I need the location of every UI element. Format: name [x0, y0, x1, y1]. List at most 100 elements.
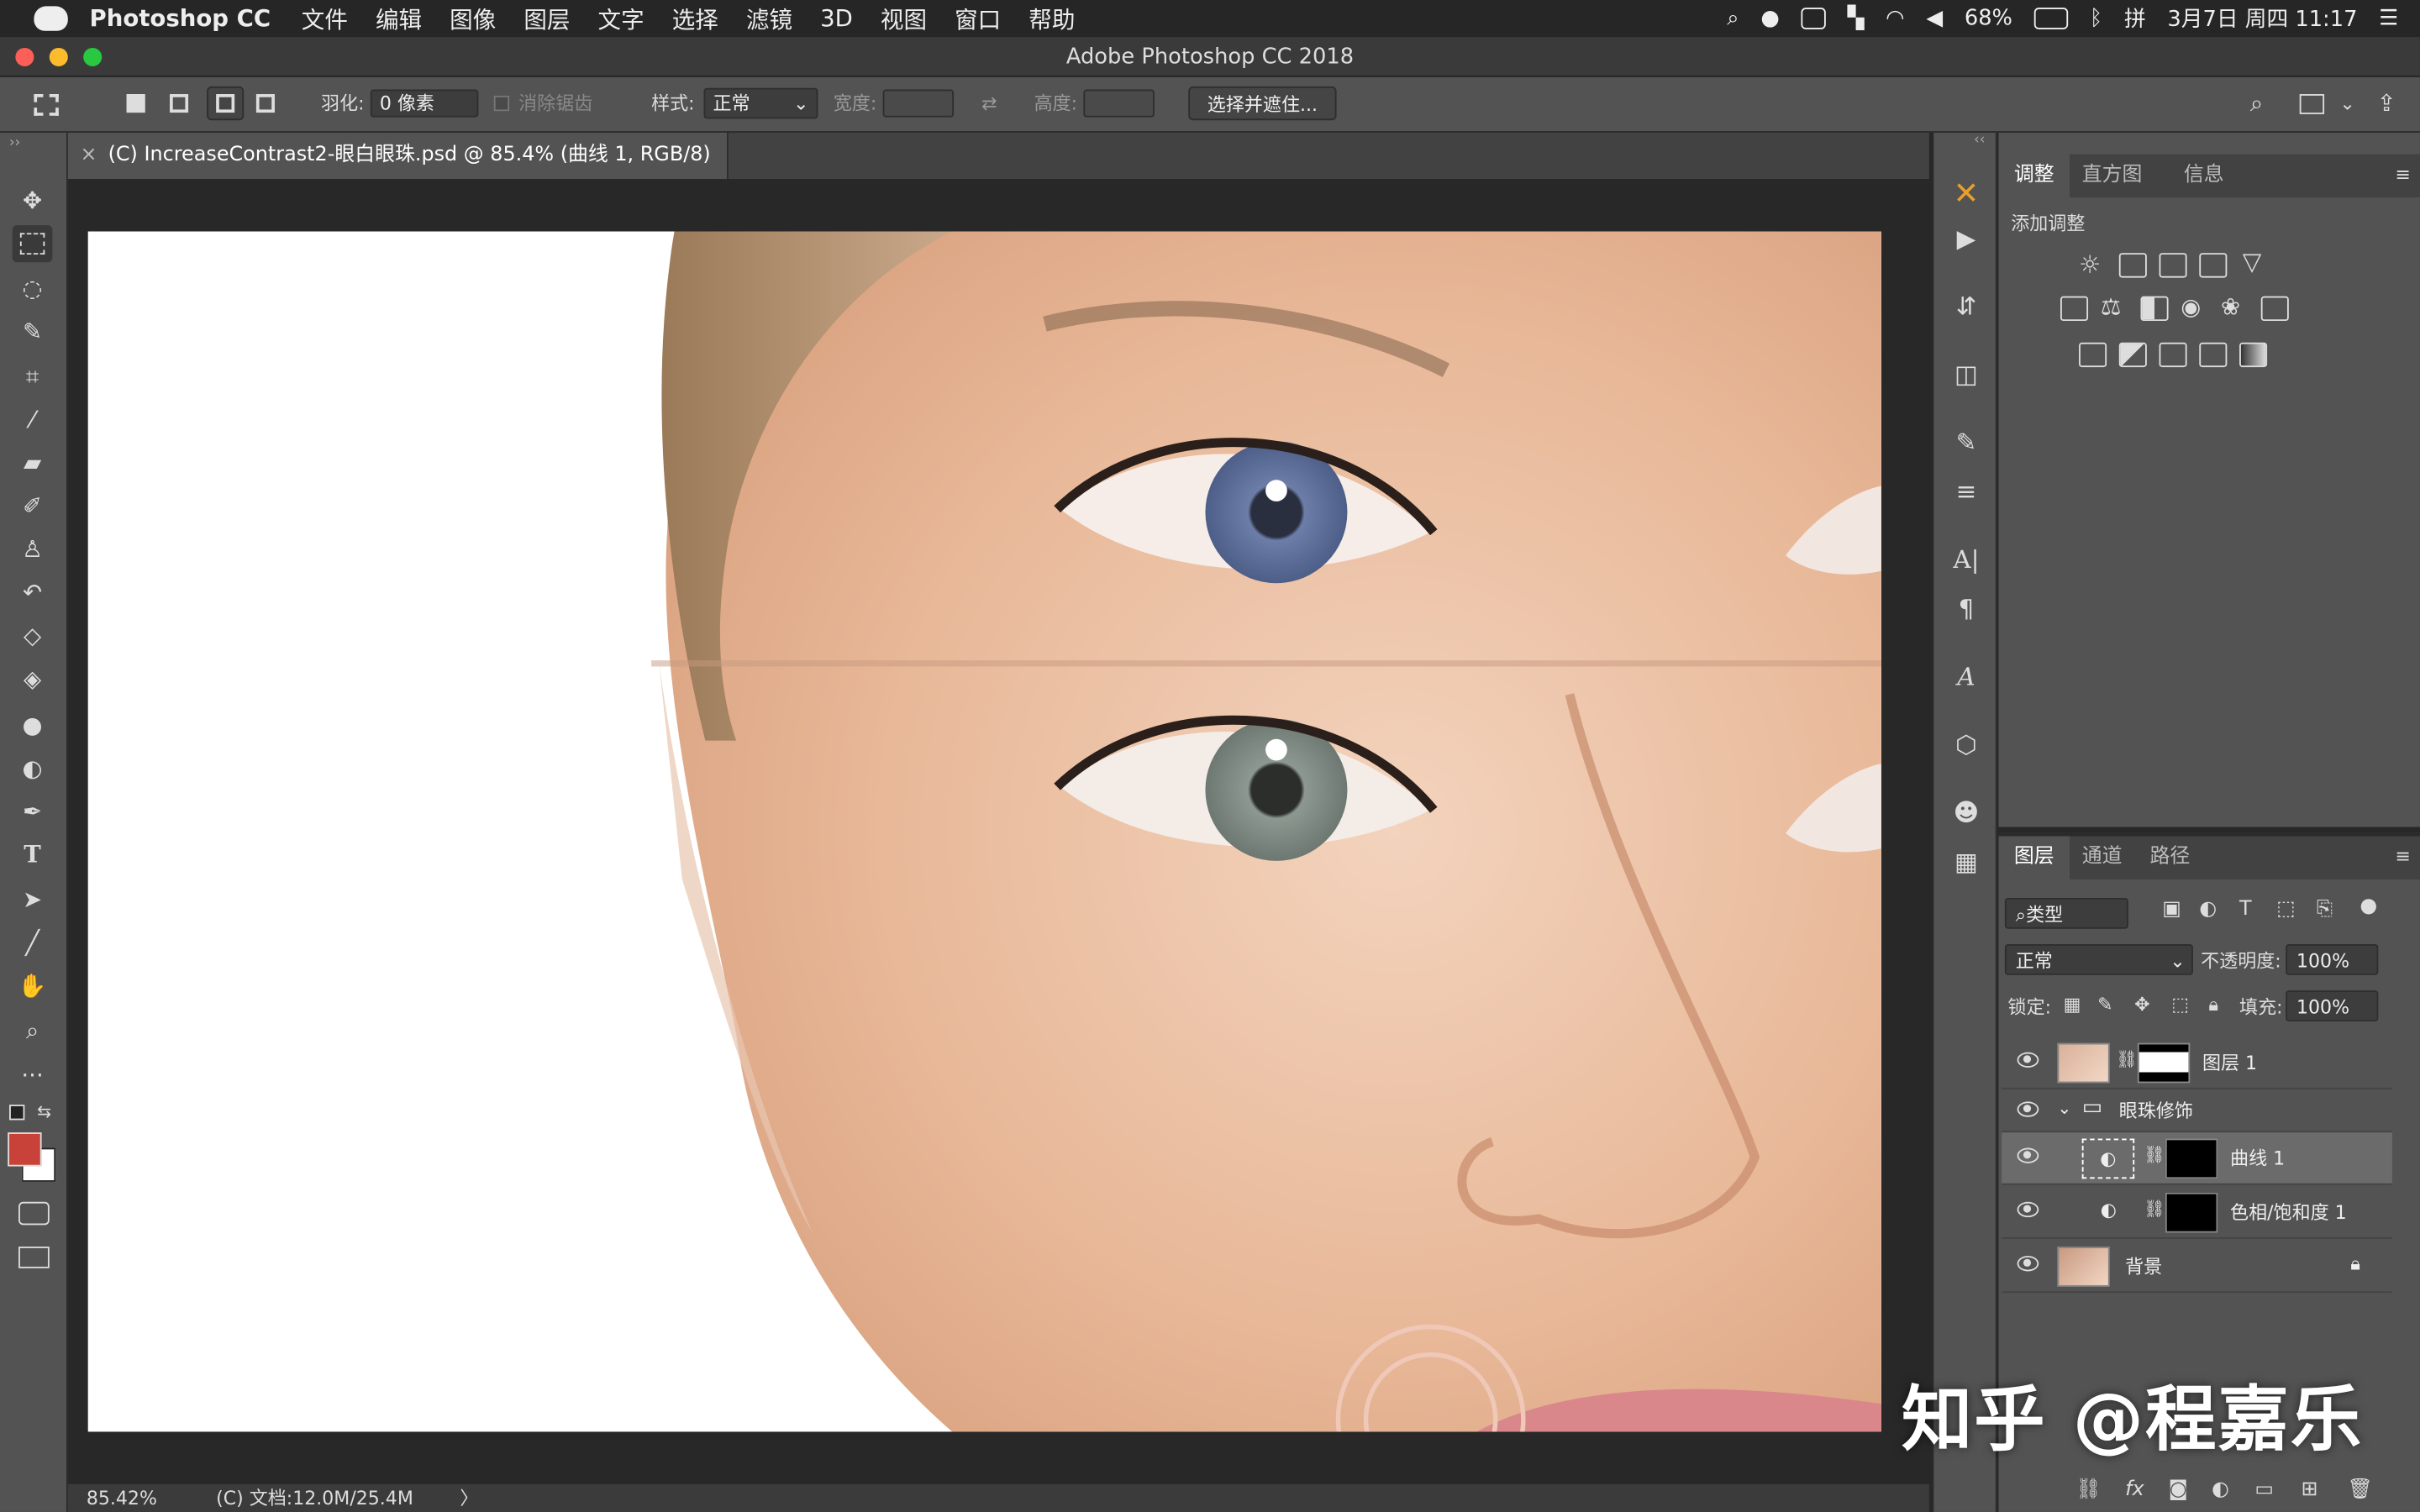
opacity-input[interactable]: 100% — [2286, 944, 2379, 975]
hue-saturation-icon[interactable] — [2060, 296, 2089, 322]
link-layers-icon[interactable]: ⛓ — [2075, 1478, 2101, 1502]
more-tools-icon[interactable]: ··· — [13, 1057, 53, 1094]
hand-tool-icon[interactable]: ✋ — [13, 968, 53, 1005]
layer-mask-thumbnail[interactable] — [2165, 1192, 2218, 1233]
fill-input[interactable]: 100% — [2286, 990, 2379, 1021]
width-input[interactable] — [882, 89, 955, 118]
dodge-tool-icon[interactable]: ◐ — [13, 750, 53, 787]
new-adjustment-icon[interactable]: ◐ — [2212, 1478, 2229, 1502]
eraser-tool-icon[interactable]: ◇ — [13, 617, 53, 654]
menu-layer[interactable]: 图层 — [523, 3, 570, 35]
close-window-button[interactable] — [15, 47, 34, 66]
black-white-icon[interactable] — [2140, 296, 2169, 322]
group-row[interactable]: ⌄ ▭ 眼珠修饰 — [2002, 1089, 2392, 1133]
brush-presets-icon[interactable]: ≡ — [1948, 475, 1985, 509]
apple-icon[interactable] — [34, 6, 68, 31]
battery-icon[interactable] — [2033, 8, 2069, 29]
menu-file[interactable]: 文件 — [302, 3, 348, 35]
close-tab-icon[interactable]: × — [81, 133, 97, 179]
color-lookup-icon[interactable] — [2260, 296, 2289, 322]
zoom-window-button[interactable] — [83, 47, 103, 66]
paint-bucket-tool-icon[interactable]: ◈ — [13, 660, 53, 697]
lock-position-icon[interactable]: ✥ — [2134, 994, 2149, 1016]
layer-mask-thumbnail[interactable] — [2137, 1042, 2191, 1084]
channel-mixer-icon[interactable]: ❀ — [2221, 293, 2240, 321]
quick-mask-icon[interactable] — [18, 1201, 50, 1226]
blur-tool-icon[interactable]: ● — [13, 706, 53, 743]
antialias-checkbox[interactable] — [493, 95, 510, 112]
window-layout-icon[interactable]: ▚ — [1848, 6, 1865, 30]
visibility-eye-icon[interactable] — [2017, 1256, 2039, 1272]
input-method-icon[interactable]: 拼 — [2124, 3, 2146, 34]
grid-icon[interactable]: ▦ — [1948, 846, 1985, 879]
delete-layer-icon[interactable]: 🗑︎ — [2348, 1478, 2373, 1502]
paragraph-icon[interactable]: ¶ — [1948, 592, 1985, 626]
layer-mask-thumbnail[interactable] — [2165, 1138, 2218, 1179]
filter-pixel-icon[interactable]: ▣ — [2162, 898, 2181, 921]
visibility-eye-icon[interactable] — [2017, 1101, 2039, 1117]
marquee-preset-picker[interactable] — [34, 87, 95, 120]
layer-filter-select[interactable]: ⌕类型 — [2004, 897, 2128, 929]
lock-icon[interactable]: 🔒︎ — [2350, 1252, 2360, 1276]
threshold-icon[interactable] — [2159, 342, 2187, 368]
libraries-icon[interactable]: ◫ — [1948, 358, 1985, 391]
visibility-eye-icon[interactable] — [2017, 1147, 2039, 1163]
new-group-icon[interactable]: ▭ — [2254, 1478, 2274, 1502]
pen-tool-icon[interactable]: ✒ — [13, 793, 53, 830]
notification-center-icon[interactable]: ☰ — [2379, 6, 2398, 30]
marquee-tool-icon[interactable] — [12, 225, 53, 263]
tools-cross-icon[interactable]: ✕ — [1948, 176, 1985, 209]
share-icon[interactable]: ⇪ — [2377, 87, 2396, 120]
lock-image-icon[interactable]: ✎ — [2097, 994, 2112, 1016]
visibility-eye-icon[interactable] — [2017, 1052, 2039, 1068]
select-and-mask-button[interactable]: 选择并遮住... — [1188, 86, 1337, 121]
document-tab[interactable]: × (C) IncreaseContrast2-眼白眼珠.psd @ 85.4%… — [67, 132, 729, 213]
menu-help[interactable]: 帮助 — [1028, 3, 1075, 35]
history-icon[interactable]: ⇵ — [1948, 290, 1985, 323]
selective-color-icon[interactable] — [2199, 342, 2228, 368]
vibrance-icon[interactable]: ▽ — [2243, 247, 2262, 276]
style-select[interactable]: 正常 ⌄ — [703, 87, 818, 119]
collapse-icon[interactable]: ›› — [9, 136, 20, 151]
posterize-icon[interactable] — [2118, 342, 2147, 368]
visibility-eye-icon[interactable] — [2017, 1201, 2039, 1218]
workspace-icon[interactable] — [2299, 94, 2325, 114]
gradient-map-icon[interactable] — [2239, 342, 2268, 368]
tab-info[interactable]: 信息 — [2169, 155, 2240, 197]
brush-settings-icon[interactable]: ✎ — [1948, 426, 1985, 459]
add-selection-icon[interactable] — [170, 87, 189, 120]
levels-icon[interactable] — [2118, 253, 2147, 278]
link-icon[interactable]: ⛓ — [2144, 1145, 2165, 1165]
curves-icon[interactable] — [2159, 253, 2187, 278]
photo-filter-icon[interactable]: ◉ — [2181, 293, 2201, 321]
document-info[interactable]: (C) 文档:12.0M/25.4M — [216, 1484, 413, 1512]
app-status-icon[interactable]: ● — [1760, 6, 1779, 30]
feather-input[interactable]: 0 像素 — [370, 89, 479, 118]
keyboard-icon[interactable] — [1801, 8, 1826, 29]
swatches-icon[interactable]: ☻ — [1948, 796, 1985, 830]
panel-menu-icon[interactable]: ≡ — [2395, 846, 2410, 868]
character-icon[interactable]: A| — [1948, 543, 1985, 577]
lock-artboard-icon[interactable]: ⬚ — [2171, 994, 2189, 1016]
menu-image[interactable]: 图像 — [450, 3, 496, 35]
exposure-icon[interactable] — [2199, 253, 2228, 278]
menu-edit[interactable]: 编辑 — [376, 3, 422, 35]
height-input[interactable] — [1083, 89, 1155, 118]
foreground-color-swatch[interactable] — [8, 1132, 42, 1167]
collapse-icon[interactable]: ‹‹ — [1974, 133, 1985, 148]
tab-layers[interactable]: 图层 — [1998, 836, 2070, 879]
filter-adjustment-icon[interactable]: ◐ — [2199, 898, 2217, 921]
fx-icon[interactable]: fx — [2125, 1478, 2144, 1502]
blend-mode-select[interactable]: 正常 ⌄ — [2004, 944, 2193, 975]
tab-paths[interactable]: 路径 — [2134, 836, 2206, 879]
layer-row[interactable]: ◐ ⛓ 色相/饱和度 1 — [2002, 1186, 2392, 1239]
lock-all-icon[interactable]: 🔒︎ — [2208, 994, 2218, 1017]
panel-menu-icon[interactable]: ≡ — [2395, 164, 2410, 186]
zoom-tool-icon[interactable]: ⌕ — [13, 1012, 53, 1049]
layer-row-selected[interactable]: ◐ ⛓ 曲线 1 — [2002, 1132, 2392, 1185]
default-colors-icon[interactable] — [9, 1105, 25, 1121]
bluetooth-icon[interactable]: ᛒ — [2090, 6, 2102, 30]
link-icon[interactable]: ⛓ — [2144, 1199, 2165, 1219]
layer-row[interactable]: ⛓ 图层 1 — [2002, 1037, 2392, 1089]
menu-window[interactable]: 窗口 — [955, 3, 1001, 35]
